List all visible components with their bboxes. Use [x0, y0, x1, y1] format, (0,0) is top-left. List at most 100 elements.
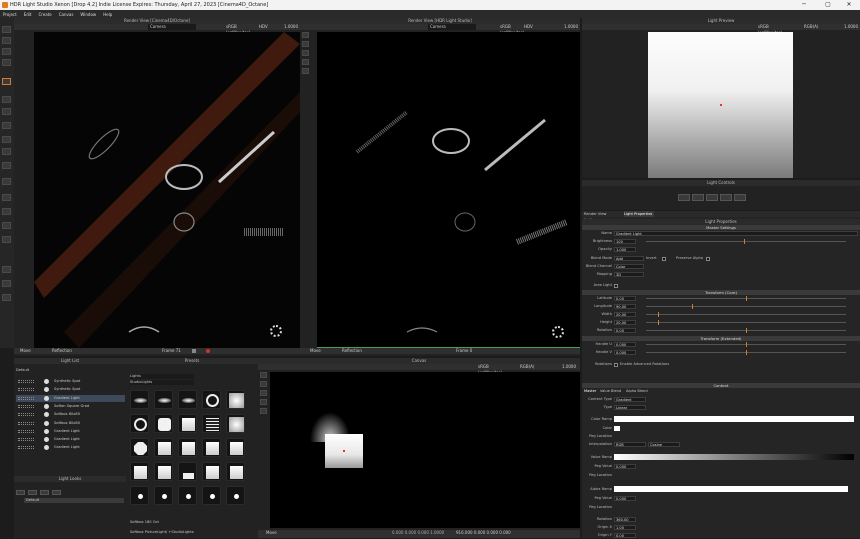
tab-value-blend[interactable]: Value Blend	[600, 389, 621, 394]
blend-mode-select[interactable]: Add	[614, 256, 644, 261]
preset-thumbnail[interactable]	[178, 462, 197, 481]
peg-value2-field[interactable]: 0.000	[614, 496, 636, 501]
preset-thumbnail[interactable]	[154, 438, 173, 457]
height-field[interactable]: 20.00	[614, 320, 636, 325]
zoom-tool-icon[interactable]	[260, 399, 267, 405]
channel-select[interactable]: RGB(A)	[804, 24, 820, 30]
visibility-icon[interactable]	[18, 396, 34, 400]
close-button[interactable]: ✕	[838, 0, 860, 10]
rotation-field[interactable]: 0.00	[614, 328, 636, 333]
list-item[interactable]: Softbox 80x80	[16, 420, 125, 427]
brush-tool-icon[interactable]	[2, 37, 11, 44]
brightness-slider[interactable]	[646, 239, 846, 244]
list-item[interactable]: Gradient Light	[16, 436, 125, 443]
channel-select[interactable]: RGB(A)	[520, 364, 536, 370]
list-item[interactable]: Soften Square Grad	[16, 403, 125, 410]
canvas-light-shape[interactable]	[325, 434, 363, 468]
camera-select[interactable]: Camera	[428, 24, 476, 30]
tab-alpha-blend[interactable]: Alpha Blend	[626, 389, 648, 394]
save-look-button[interactable]	[40, 490, 49, 495]
paint-tool-icon[interactable]	[2, 48, 11, 55]
section-content[interactable]: Content	[582, 383, 860, 388]
height-slider[interactable]	[646, 320, 846, 325]
target-tool-icon[interactable]	[2, 78, 11, 85]
fit-tool-icon[interactable]	[260, 408, 267, 414]
preset-thumbnail[interactable]	[154, 414, 173, 433]
blend-channel-select[interactable]: Color	[614, 264, 644, 269]
render-viewport[interactable]	[34, 32, 300, 348]
menu-edit[interactable]: Edit	[24, 12, 32, 17]
preset-thumbnail[interactable]	[202, 390, 221, 409]
list-item[interactable]: Synthetic Spot	[16, 378, 125, 385]
visibility-icon[interactable]	[18, 421, 34, 425]
panel-tool-icon[interactable]	[2, 148, 11, 155]
add-look-button[interactable]	[16, 490, 25, 495]
help-tool-icon[interactable]	[2, 294, 11, 301]
wand-tool-icon[interactable]	[2, 96, 11, 103]
strip-tool-icon[interactable]	[2, 178, 11, 185]
pause-icon[interactable]	[192, 349, 196, 353]
mode-select[interactable]: Move	[266, 530, 290, 536]
value-ramp-bar[interactable]	[614, 454, 854, 460]
preset-thumbnail[interactable]	[154, 390, 173, 409]
color-swatch[interactable]	[614, 426, 620, 431]
menu-window[interactable]: Window	[80, 12, 96, 17]
stack-tool-icon[interactable]	[2, 136, 11, 143]
interpolation-select[interactable]: RGB	[614, 442, 646, 447]
exposure-value[interactable]: 1.0000	[562, 364, 576, 370]
render-viewport[interactable]	[317, 32, 580, 348]
control-3-button[interactable]	[706, 194, 718, 201]
visibility-icon[interactable]	[18, 429, 34, 433]
rotation-slider[interactable]	[646, 328, 846, 333]
copy-look-button[interactable]	[28, 490, 37, 495]
color-ramp-bar[interactable]	[614, 416, 854, 422]
interpolation-curve-select[interactable]: Cosine	[648, 442, 680, 447]
peg-value-field[interactable]: 0.000	[614, 464, 636, 469]
area-light-checkbox[interactable]	[614, 284, 618, 288]
mode-select[interactable]: Move	[310, 348, 332, 354]
list-item[interactable]: Synthetic Spot	[16, 386, 125, 393]
preset-thumbnail[interactable]	[226, 438, 245, 457]
pencil-tool-icon[interactable]	[2, 26, 11, 33]
minimize-button[interactable]: ─	[793, 0, 815, 10]
pencil-tool-icon[interactable]	[302, 32, 309, 38]
control-5-button[interactable]	[734, 194, 746, 201]
list-tool-icon[interactable]	[2, 266, 11, 273]
handle-v-slider[interactable]	[646, 350, 846, 355]
menu-canvas[interactable]: Canvas	[59, 12, 74, 17]
opacity-field[interactable]: 1.000	[614, 247, 636, 252]
preset-thumbnail[interactable]	[130, 390, 149, 409]
preset-thumbnail[interactable]	[202, 486, 221, 505]
exposure-value[interactable]: 1.0000	[564, 24, 578, 30]
alpha-ramp-bar[interactable]	[614, 486, 848, 492]
menu-help[interactable]: Help	[103, 12, 112, 17]
panel2-tool-icon[interactable]	[2, 162, 11, 169]
preset-thumbnail[interactable]	[202, 438, 221, 457]
preset-thumbnail[interactable]	[154, 486, 173, 505]
enable-advanced-checkbox[interactable]	[614, 363, 618, 367]
visibility-icon[interactable]	[18, 380, 34, 383]
preset-thumbnail[interactable]	[130, 414, 149, 433]
preset-thumbnail[interactable]	[130, 486, 149, 505]
exposure-value[interactable]: 1.0000	[844, 24, 858, 30]
preset-thumbnail[interactable]	[178, 486, 197, 505]
preset-thumbnail[interactable]	[130, 438, 149, 457]
hdv-select[interactable]: HDV	[259, 24, 273, 30]
close-tool-icon[interactable]	[2, 194, 11, 201]
brightness-field[interactable]: 100	[614, 239, 636, 244]
smudge-tool-icon[interactable]	[2, 59, 11, 66]
preserve-alpha-checkbox[interactable]	[706, 257, 710, 261]
layer-tool-icon[interactable]	[2, 122, 11, 129]
brush-tool-icon[interactable]	[302, 41, 309, 47]
preset-thumbnail[interactable]	[178, 438, 197, 457]
control-4-button[interactable]	[720, 194, 732, 201]
visibility-icon[interactable]	[18, 388, 34, 392]
visibility-icon[interactable]	[18, 404, 34, 408]
preset-thumbnail[interactable]	[202, 462, 221, 481]
hdv-select[interactable]: HDV	[524, 24, 538, 30]
name-field[interactable]: Gradient Light	[614, 231, 858, 236]
width-field[interactable]: 20.00	[614, 312, 636, 317]
origin-y-field[interactable]: 0.00	[614, 533, 636, 538]
handle-u-field[interactable]: 0.000	[614, 342, 636, 347]
canvas-viewport[interactable]	[270, 372, 580, 528]
